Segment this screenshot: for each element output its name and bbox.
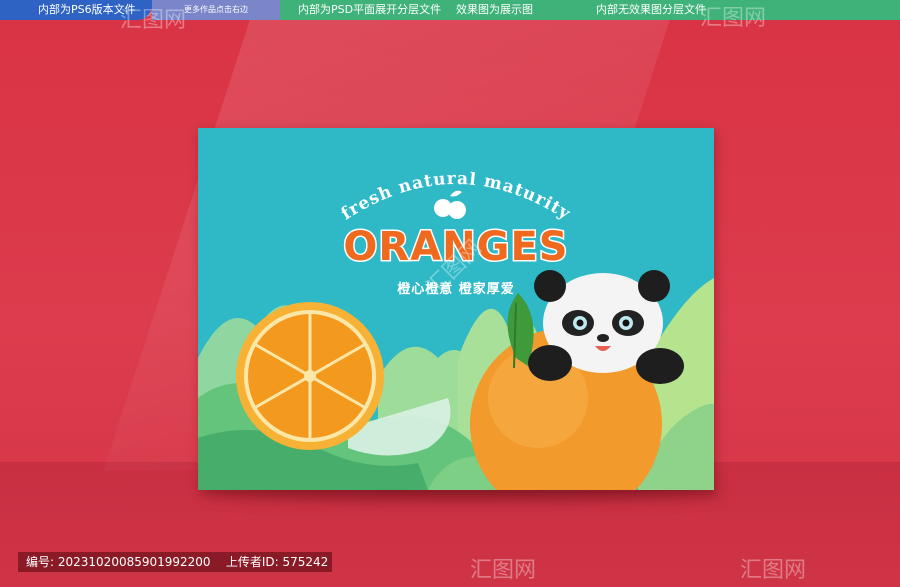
uploader-label: 上传者ID: [225,555,279,569]
banner-note-preview: 效果图为展示图 [456,3,533,16]
banner-notes: 内部为PSD平面展开分层文件 效果图为展示图 内部无效果图分层文件 [280,0,900,20]
watermark-bottom-right: 汇图网 [740,558,807,583]
file-info-bar: 编号: 20231020085901992200 上传者ID: 575242 [18,552,332,572]
panda-paw-left [528,345,572,381]
svg-text:fresh natural maturity: fresh natural maturity [338,169,575,224]
watermark-top-right: 汇图网 [700,6,767,31]
banner-note-psd: 内部为PSD平面展开分层文件 [298,3,442,16]
banner-note-layers: 内部无效果图分层文件 [596,3,706,16]
packaging-box: fresh natural maturity ORANGES 橙心橙意 橙家厚爱 [198,128,714,490]
file-id: 20231020085901992200 [57,555,211,569]
tagline-text: fresh natural maturity [338,169,574,224]
panda-paw-right [636,348,684,384]
uploader-id: 575242 [282,555,329,569]
orange-slice-center [304,370,316,382]
panda-pupil-right [622,319,630,327]
panda-nose [597,334,609,342]
id-label: 编号: [26,555,55,569]
watermark-bottom-mid: 汇图网 [470,558,537,583]
panda-pupil-left [576,319,584,327]
watermark-top-left: 汇图网 [120,8,187,33]
